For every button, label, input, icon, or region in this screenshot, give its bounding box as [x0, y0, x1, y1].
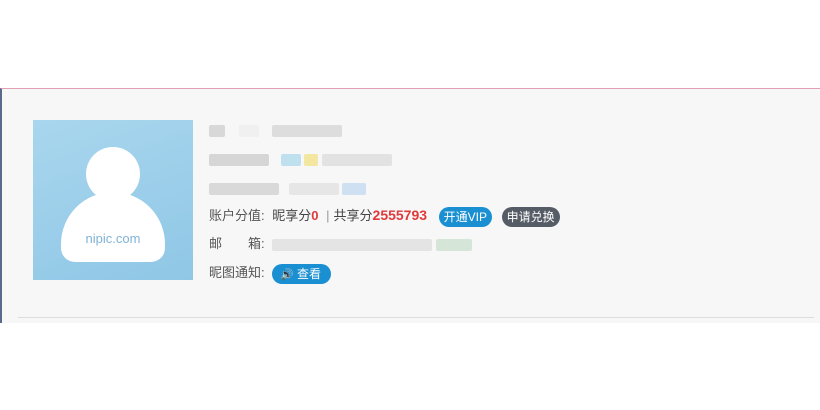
- view-notice-button[interactable]: 🔊 查看: [272, 263, 331, 284]
- divider: [18, 317, 814, 318]
- blurred-text: [209, 124, 225, 137]
- member-level-row: [209, 149, 392, 169]
- account-points-row: 账户分值: 昵享分0 | 共享分2555793 开通VIP 申请兑换: [209, 205, 560, 227]
- blurred-badge: [304, 153, 319, 166]
- avatar[interactable]: nipic.com: [33, 120, 193, 280]
- speaker-icon: 🔊: [280, 268, 294, 281]
- email-row: 邮 箱:: [209, 234, 472, 254]
- blurred-text: [238, 124, 259, 137]
- member-panel: nipic.com 账户分值: 昵享分0 |共享分2555793 开通VIP: [0, 88, 820, 323]
- blurred-text: [342, 182, 367, 195]
- blurred-text: [209, 182, 279, 195]
- blurred-badge: [280, 153, 301, 166]
- blurred-email: [435, 238, 472, 251]
- email-label: 邮 箱:: [209, 236, 265, 251]
- points-separator: |: [326, 208, 330, 223]
- nipic-points-value: 0: [311, 208, 319, 223]
- blurred-text: [288, 182, 339, 195]
- shared-points-value: 2555793: [372, 207, 428, 223]
- username-row: [209, 120, 343, 140]
- blurred-text: [321, 153, 392, 166]
- view-label: 查看: [296, 266, 321, 281]
- avatar-watermark: nipic.com: [85, 231, 141, 246]
- avatar-body: [61, 192, 165, 262]
- blurred-text: [272, 124, 343, 137]
- open-vip-button[interactable]: 开通VIP: [438, 206, 493, 227]
- nipic-points-label: 昵享分: [272, 208, 312, 223]
- notice-label: 昵图通知:: [209, 265, 265, 280]
- blurred-text: [209, 153, 269, 166]
- shared-points-label: 共享分: [333, 208, 373, 223]
- points-label: 账户分值:: [209, 208, 265, 223]
- status-row: [209, 178, 367, 198]
- notice-row: 昵图通知: 🔊 查看: [209, 263, 331, 284]
- apply-exchange-button[interactable]: 申请兑换: [501, 206, 560, 227]
- blurred-email: [272, 238, 433, 251]
